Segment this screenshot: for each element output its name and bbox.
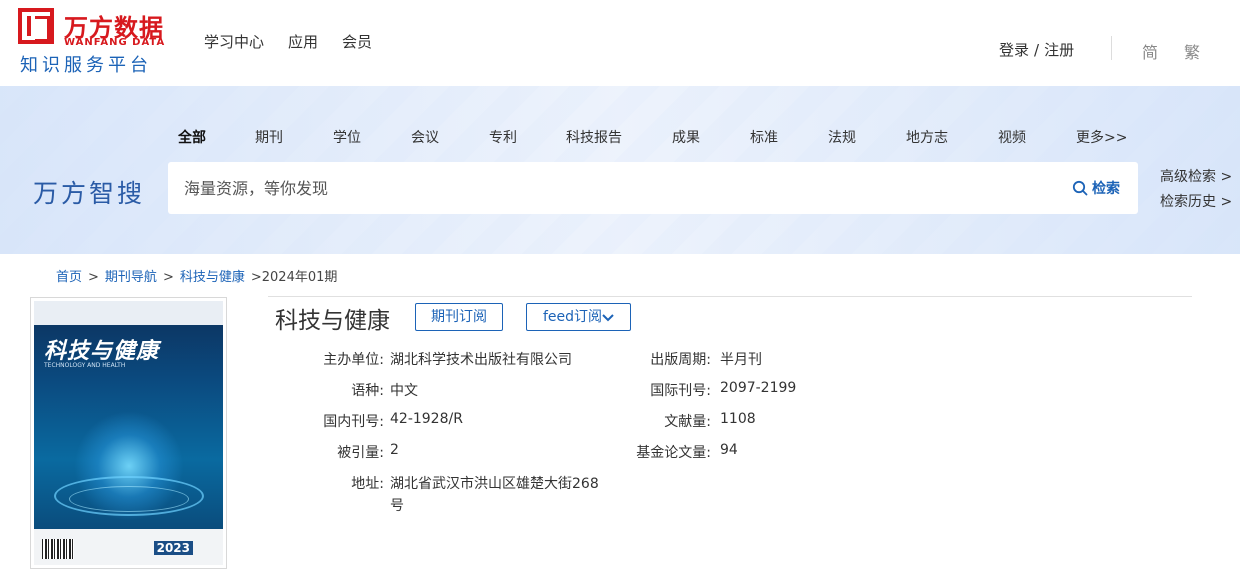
- fund-label: 基金论文量:: [636, 445, 711, 461]
- cycle-label: 出版周期:: [650, 352, 711, 368]
- sponsor-label: 主办单位:: [323, 352, 384, 368]
- sponsor-value: 湖北科学技术出版社有限公司: [390, 352, 572, 368]
- feed-subscribe-button[interactable]: feed订阅: [526, 303, 631, 331]
- breadcrumb: 首页 > 期刊导航 > 科技与健康 >2024年01期: [56, 266, 337, 285]
- search-brand: 万方智搜: [33, 179, 146, 208]
- search-button-label: 检索: [1092, 181, 1120, 197]
- header-divider: [1111, 36, 1112, 60]
- search-history-link[interactable]: 检索历史 >: [1160, 190, 1232, 215]
- cover-ring-graphic: [69, 486, 189, 512]
- tab-journals[interactable]: 期刊: [255, 127, 333, 147]
- cited-value: 2: [390, 442, 399, 458]
- tab-more[interactable]: 更多>>: [1076, 127, 1127, 147]
- tab-regulations[interactable]: 法规: [828, 127, 906, 147]
- cover-title: 科技与健康: [44, 339, 160, 364]
- tab-local-chronicles[interactable]: 地方志: [906, 127, 998, 147]
- cover-image: 科技与健康 TECHNOLOGY AND HEALTH 2023: [34, 301, 223, 565]
- cover-year: 2023: [153, 541, 193, 555]
- address-value-line2: 号: [390, 498, 404, 514]
- logo-subtitle: 知识服务平台: [20, 55, 152, 76]
- cycle-value: 半月刊: [720, 352, 762, 368]
- nav-apps[interactable]: 应用: [288, 31, 318, 52]
- breadcrumb-separator: >: [162, 270, 174, 285]
- journal-title: 科技与健康: [275, 308, 390, 334]
- tab-conferences[interactable]: 会议: [411, 127, 489, 147]
- language-label: 语种:: [351, 383, 384, 399]
- search-extra-links: 高级检索 > 检索历史 >: [1160, 165, 1232, 215]
- tab-tech-reports[interactable]: 科技报告: [566, 127, 672, 147]
- breadcrumb-current-issue: >2024年01期: [250, 270, 338, 285]
- breadcrumb-journal-nav[interactable]: 期刊导航: [105, 270, 157, 285]
- docs-label: 文献量:: [664, 414, 711, 430]
- cover-subtitle: TECHNOLOGY AND HEALTH: [44, 362, 126, 369]
- journal-subscribe-button[interactable]: 期刊订阅: [415, 303, 503, 331]
- address-value-line1: 湖北省武汉市洪山区雄楚大街268: [390, 476, 599, 492]
- lang-simplified-button[interactable]: 简: [1142, 39, 1158, 63]
- feed-subscribe-label: feed订阅: [543, 309, 603, 325]
- search-icon: [1072, 180, 1088, 196]
- wanfang-logo-icon: [18, 8, 54, 44]
- address-label: 地址:: [351, 476, 384, 492]
- issn-label: 国际刊号:: [650, 383, 711, 399]
- search-category-tabs: 全部 期刊 学位 会议 专利 科技报告 成果 标准 法规 地方志 视频 更多>>: [178, 127, 1127, 147]
- cover-bottom-strip: 2023: [34, 529, 223, 565]
- breadcrumb-separator: >: [88, 270, 99, 285]
- cited-label: 被引量:: [337, 445, 384, 461]
- register-link[interactable]: 注册: [1044, 41, 1074, 59]
- search-input[interactable]: [184, 175, 1044, 201]
- search-band: 全部 期刊 学位 会议 专利 科技报告 成果 标准 法规 地方志 视频 更多>>…: [0, 86, 1240, 254]
- lang-traditional-button[interactable]: 繁: [1184, 39, 1200, 63]
- tab-degrees[interactable]: 学位: [333, 127, 411, 147]
- top-nav: 学习中心 应用 会员: [204, 31, 372, 52]
- nav-learning-center[interactable]: 学习中心: [204, 31, 264, 52]
- cn-value: 42-1928/R: [390, 411, 463, 427]
- logo-text-en: WANFANG DATA: [64, 37, 166, 48]
- barcode-icon: [42, 539, 74, 559]
- search-box: 检索: [168, 162, 1138, 214]
- journal-info-left: 主办单位: 湖北科学技术出版社有限公司 语种: 中文 国内刊号: 42-1928…: [250, 349, 650, 519]
- journal-cover[interactable]: 科技与健康 TECHNOLOGY AND HEALTH 2023: [30, 297, 227, 569]
- language-switch: 简 繁: [1142, 39, 1200, 63]
- login-link[interactable]: 登录: [999, 41, 1029, 59]
- journal-info-right: 出版周期: 半月刊 国际刊号: 2097-2199 文献量: 1108 基金论文…: [600, 349, 900, 469]
- tab-patents[interactable]: 专利: [489, 127, 566, 147]
- cn-label: 国内刊号:: [323, 414, 384, 430]
- issn-value: 2097-2199: [720, 380, 797, 396]
- auth-separator: /: [1034, 41, 1040, 59]
- top-header: 万方数据 WANFANG DATA 知识服务平台 学习中心 应用 会员 登录 / 注…: [0, 0, 1240, 86]
- fund-value: 94: [720, 442, 738, 458]
- chevron-down-icon: [602, 314, 614, 322]
- auth-links: 登录 / 注册: [999, 39, 1074, 60]
- breadcrumb-journal[interactable]: 科技与健康: [180, 270, 245, 285]
- tab-achievements[interactable]: 成果: [672, 127, 750, 147]
- tab-standards[interactable]: 标准: [750, 127, 828, 147]
- breadcrumb-home[interactable]: 首页: [56, 270, 82, 285]
- wanfang-logo[interactable]: 万方数据 WANFANG DATA 知识服务平台: [18, 8, 178, 76]
- section-divider: [268, 296, 1192, 297]
- nav-membership[interactable]: 会员: [342, 31, 372, 52]
- tab-videos[interactable]: 视频: [998, 127, 1076, 147]
- search-button[interactable]: 检索: [1072, 178, 1120, 198]
- docs-value: 1108: [720, 411, 756, 427]
- language-value: 中文: [390, 383, 418, 399]
- advanced-search-link[interactable]: 高级检索 >: [1160, 165, 1232, 190]
- tab-all[interactable]: 全部: [178, 127, 255, 147]
- cover-top-strip: [34, 301, 223, 325]
